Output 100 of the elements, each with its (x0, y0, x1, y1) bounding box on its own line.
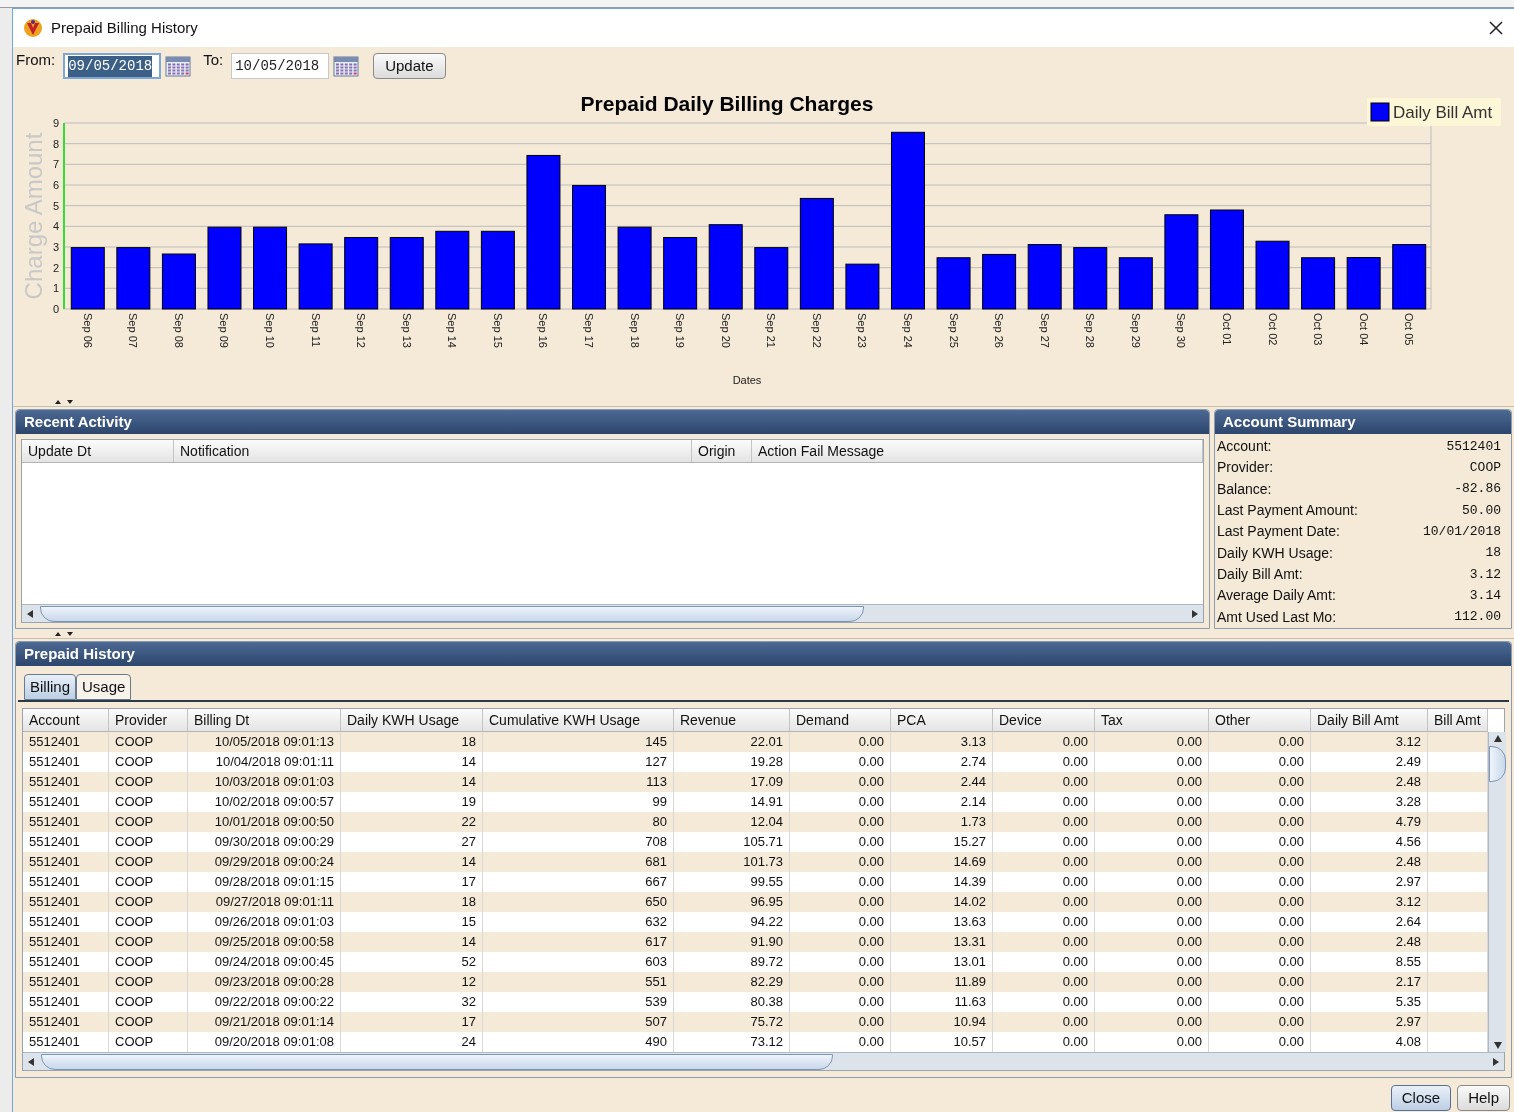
bar (116, 247, 151, 310)
horizontal-scrollbar[interactable] (23, 1052, 1504, 1070)
field-label: Last Payment Amount: (1217, 501, 1358, 521)
tick-label: 1 (52, 282, 59, 295)
tick-label: Oct 03 (1312, 313, 1325, 346)
column-header[interactable]: Notification (174, 440, 692, 462)
column-header[interactable]: Update Dt (22, 440, 174, 462)
tick-label: Sep 25 (947, 313, 960, 348)
axis-label: Dates (732, 374, 762, 386)
panel-header: Account Summary (1215, 410, 1511, 434)
bar (982, 253, 1017, 310)
tick-label: 2 (52, 261, 59, 274)
bar (1392, 244, 1427, 310)
field-value: 3.14 (1469, 586, 1501, 605)
vertical-scrollbar[interactable] (1488, 732, 1506, 1052)
bar (1255, 240, 1290, 310)
field-value: 112.00 (1454, 608, 1501, 627)
tick-label: Oct 02 (1266, 313, 1279, 346)
close-icon[interactable] (1488, 20, 1504, 36)
bar (936, 257, 971, 310)
column-header[interactable]: PCA (891, 709, 993, 731)
tick-label: Sep 23 (856, 313, 869, 348)
to-label: To: (203, 50, 224, 70)
column-header[interactable]: Device (993, 709, 1095, 731)
tick-label: Sep 11 (309, 313, 322, 348)
column-header[interactable]: Tax (1095, 709, 1209, 731)
column-header[interactable]: Account (23, 709, 109, 731)
field-value: -82.86 (1454, 480, 1501, 499)
field-value: 3.12 (1469, 565, 1501, 584)
tick-label: Oct 04 (1357, 313, 1370, 346)
to-date-field[interactable]: 10/05/2018 (231, 53, 330, 79)
tick-label: Sep 12 (355, 313, 368, 348)
update-button[interactable]: Update (373, 53, 446, 79)
field-value: 50.00 (1462, 501, 1501, 520)
tick-label: Sep 07 (127, 313, 140, 348)
column-header[interactable]: Daily Bill Amt (1311, 709, 1428, 731)
panel-header: Prepaid History (16, 642, 1511, 666)
field-label: Last Payment Date: (1217, 522, 1340, 542)
tick-label: 9 (52, 117, 59, 129)
bar (1073, 247, 1108, 310)
tick-label: Sep 09 (218, 313, 231, 348)
splitter-arrows-icon[interactable] (53, 398, 75, 405)
column-header[interactable]: Billing Dt (188, 709, 341, 731)
tick-label: Sep 21 (765, 313, 778, 348)
field-value: 18 (1485, 544, 1501, 563)
column-header[interactable]: Other (1209, 709, 1311, 731)
chart-legend: Daily Bill Amt (1367, 98, 1501, 126)
tick-label: Sep 19 (674, 313, 687, 348)
tick-label: Sep 18 (628, 313, 641, 348)
tick-label: Oct 01 (1220, 313, 1233, 346)
tick-label: Sep 29 (1129, 313, 1142, 348)
from-date-field[interactable]: 09/05/2018 (63, 53, 162, 79)
legend-label: Daily Bill Amt (1393, 103, 1493, 122)
calendar-icon[interactable] (333, 55, 360, 77)
column-header[interactable]: Daily KWH Usage (341, 709, 483, 731)
close-button[interactable]: Close (1390, 1085, 1452, 1111)
calendar-icon[interactable] (165, 55, 192, 77)
tick-label: Sep 26 (993, 313, 1006, 348)
column-header[interactable]: Action Fail Message (752, 440, 1203, 462)
tick-label: 6 (52, 179, 59, 191)
bar (845, 263, 880, 310)
tab[interactable]: Usage (76, 674, 132, 700)
tick-label: Sep 22 (810, 313, 823, 348)
field-label: Daily KWH Usage: (1217, 543, 1333, 563)
tick-label: Sep 28 (1084, 313, 1097, 348)
field-value: COOP (1469, 459, 1501, 478)
column-header[interactable]: Origin (692, 440, 752, 462)
field-label: Balance: (1217, 479, 1272, 499)
tick-label: 7 (52, 158, 59, 171)
field-label: Average Daily Amt: (1217, 586, 1336, 606)
window-title: Prepaid Billing History (51, 17, 198, 38)
field-label: Account: (1217, 437, 1272, 457)
tick-label: 5 (52, 199, 59, 212)
tick-label: Sep 16 (537, 313, 550, 348)
tick-label: Sep 20 (719, 313, 732, 348)
tick-label: 3 (52, 241, 59, 253)
horizontal-scrollbar[interactable] (22, 604, 1203, 622)
field-label: Provider: (1217, 458, 1274, 478)
scroll-thumb[interactable] (1489, 746, 1506, 782)
splitter-arrows-icon[interactable] (53, 630, 75, 637)
field-value: 10/01/2018 (1423, 523, 1501, 542)
help-button[interactable]: Help (1457, 1085, 1510, 1111)
column-header[interactable]: Bill Amt (1428, 709, 1488, 731)
field-label: Daily Bill Amt: (1217, 564, 1303, 584)
column-header[interactable]: Cumulative KWH Usage (483, 709, 674, 731)
scroll-thumb[interactable] (41, 1053, 833, 1070)
tick-label: 0 (52, 303, 59, 315)
tick-label: 8 (52, 137, 59, 150)
bar (754, 247, 789, 310)
column-header[interactable]: Demand (790, 709, 891, 731)
column-header[interactable]: Provider (109, 709, 188, 731)
column-header[interactable]: Revenue (674, 709, 790, 731)
tab[interactable]: Billing (24, 674, 77, 700)
tick-label: Sep 17 (583, 313, 595, 348)
scroll-thumb[interactable] (40, 605, 864, 622)
tick-label: 4 (52, 220, 59, 233)
from-label: From: (16, 50, 56, 70)
tick-label: Oct 05 (1403, 313, 1416, 346)
chart-title: Prepaid Daily Billing Charges (580, 92, 874, 115)
tick-label: Sep 27 (1038, 313, 1051, 348)
